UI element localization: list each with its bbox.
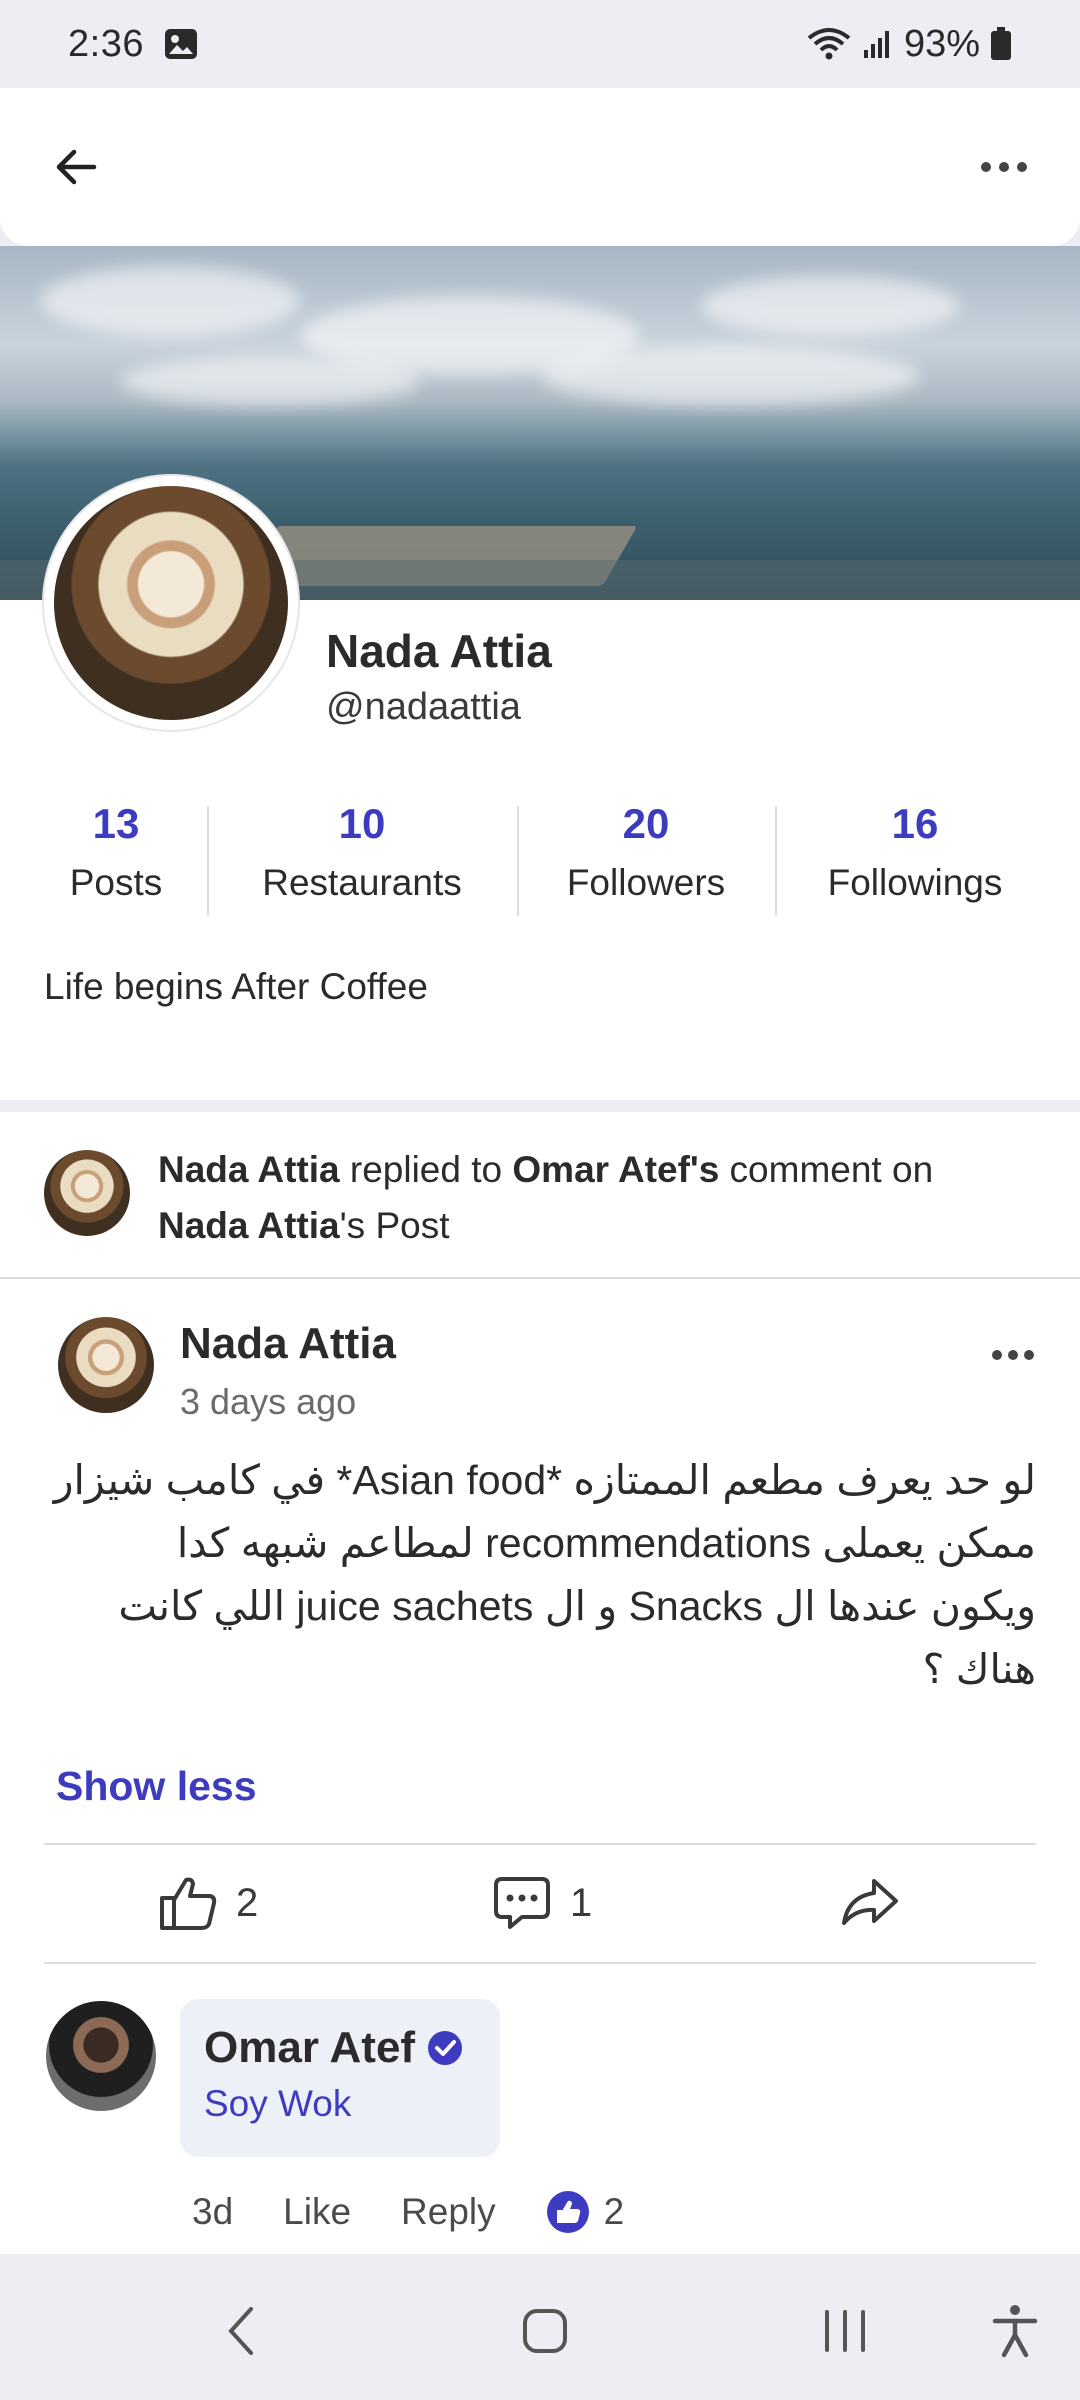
share-icon xyxy=(842,1879,898,1925)
stat-followings-label: Followings xyxy=(827,862,1003,903)
verified-badge-icon xyxy=(428,2031,463,2065)
comment-button[interactable]: 1 xyxy=(492,1845,592,1961)
post-more-icon[interactable] xyxy=(990,1345,1036,1365)
battery-icon xyxy=(991,27,1011,60)
post-timestamp: 3 days ago xyxy=(180,1381,357,1422)
wifi-icon xyxy=(807,28,851,60)
app-bar xyxy=(0,88,1080,246)
post-actions: 2 1 xyxy=(0,1845,1080,1961)
status-time: 2:36 xyxy=(68,22,144,65)
comment-icon xyxy=(494,1877,550,1929)
show-less-link[interactable]: Show less xyxy=(56,1763,257,1810)
activity-owner[interactable]: Nada Attia xyxy=(158,1205,340,1246)
profile-handle: @nadaattia xyxy=(326,686,521,728)
like-reaction-icon xyxy=(546,2191,589,2233)
divider xyxy=(44,1962,1036,1964)
post-body-line: هناك ؟ xyxy=(922,1646,1036,1692)
home-square-icon xyxy=(523,2309,567,2353)
comment-age: 3d xyxy=(192,2191,234,2232)
battery-percent: 93% xyxy=(903,22,980,65)
accessibility-icon xyxy=(992,2305,1038,2358)
stat-followers-value: 20 xyxy=(622,800,670,847)
post-body-line: لو حد يعرف مطعم الممتازه *Asian food* في… xyxy=(53,1457,1036,1503)
activity-target[interactable]: Omar Atef's xyxy=(512,1149,719,1190)
activity-verb: replied to xyxy=(339,1149,513,1190)
stat-restaurants[interactable]: 10 Restaurants xyxy=(232,800,492,904)
stat-restaurants-value: 10 xyxy=(338,800,386,847)
post-body-line: ويكون عندها ال Snacks و ال juice sachets… xyxy=(118,1583,1036,1629)
stat-posts-value: 13 xyxy=(92,800,140,847)
like-button[interactable]: 2 xyxy=(158,1845,258,1961)
comment-reply-button[interactable]: Reply xyxy=(401,2191,496,2233)
nav-recents-button[interactable] xyxy=(800,2262,890,2400)
post-body-line: ممكن يعملى recommendations لمطاعم شبهه ك… xyxy=(176,1520,1036,1566)
chevron-left-icon xyxy=(228,2307,253,2355)
nav-back-button[interactable] xyxy=(200,2262,280,2400)
comment-count: 1 xyxy=(570,1880,593,1925)
nav-accessibility-button[interactable] xyxy=(980,2262,1050,2400)
comment-bubble: Omar Atef Soy Wok xyxy=(180,1999,500,2157)
profile-bio: Life begins After Coffee xyxy=(44,966,428,1007)
comment-like-count: 2 xyxy=(603,2191,625,2232)
post-author-name[interactable]: Nada Attia xyxy=(180,1319,396,1369)
post-author-avatar[interactable] xyxy=(56,1315,156,1415)
profile-stats: 13 Posts 10 Restaurants 20 Followers 16 … xyxy=(0,800,1080,916)
more-horizontal-icon[interactable] xyxy=(978,157,1030,177)
activity-avatar xyxy=(42,1148,132,1238)
thumbs-up-icon xyxy=(160,1877,217,1930)
stat-followers[interactable]: 20 Followers xyxy=(546,800,746,904)
profile-name: Nada Attia xyxy=(326,625,552,677)
comment-text[interactable]: Soy Wok xyxy=(204,2083,476,2125)
post-body: لو حد يعرف مطعم الممتازه *Asian food* في… xyxy=(44,1449,1036,1701)
activity-text: Nada Attia replied to Omar Atef's commen… xyxy=(158,1142,1058,1254)
system-nav-bar xyxy=(0,2262,1080,2400)
like-count: 2 xyxy=(236,1880,259,1925)
activity-middle: comment on xyxy=(719,1149,934,1190)
stat-restaurants-label: Restaurants xyxy=(262,862,462,903)
stat-divider xyxy=(207,806,209,916)
recents-icon xyxy=(825,2310,865,2352)
nav-home-button[interactable] xyxy=(500,2262,590,2400)
stat-posts-label: Posts xyxy=(69,862,163,903)
stat-followings[interactable]: 16 Followings xyxy=(800,800,1030,904)
stat-divider xyxy=(517,806,519,916)
activity-suffix: 's Post xyxy=(339,1205,450,1246)
commenter-name[interactable]: Omar Atef xyxy=(204,2023,415,2073)
stat-posts[interactable]: 13 Posts xyxy=(44,800,188,904)
share-button[interactable] xyxy=(840,1845,900,1961)
comment-meta: 3d Like Reply 2 xyxy=(192,2184,674,2240)
arrow-left-icon[interactable] xyxy=(50,141,102,193)
signal-icon xyxy=(863,31,889,58)
post-card: Nada Attia 3 days ago لو حد يعرف مطعم ال… xyxy=(0,1279,1080,2254)
status-bar: 2:36 93% xyxy=(0,0,1080,88)
image-icon xyxy=(164,29,197,59)
comment-like-button[interactable]: Like xyxy=(283,2191,351,2233)
activity-item[interactable]: Nada Attia replied to Omar Atef's commen… xyxy=(0,1112,1080,1277)
stat-divider xyxy=(775,806,777,916)
stat-followers-label: Followers xyxy=(566,862,726,903)
profile-avatar[interactable] xyxy=(44,476,298,730)
stat-followings-value: 16 xyxy=(891,800,939,847)
commenter-avatar[interactable] xyxy=(44,1999,158,2113)
activity-actor[interactable]: Nada Attia xyxy=(158,1149,340,1190)
